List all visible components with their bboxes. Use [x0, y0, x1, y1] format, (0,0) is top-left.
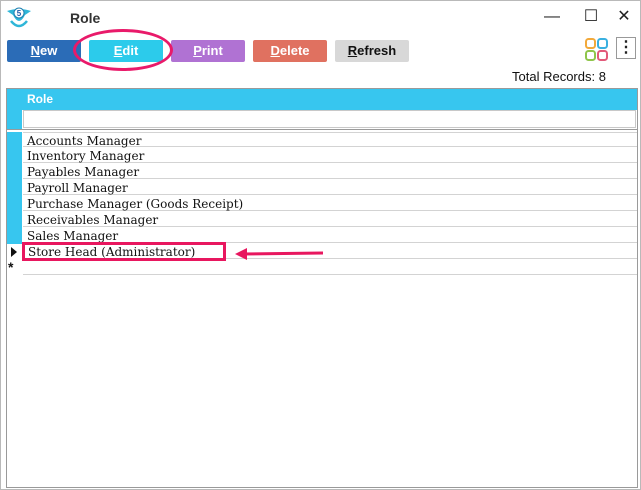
table-row[interactable]: Accounts Manager	[7, 132, 637, 148]
table-row[interactable]: Purchase Manager (Goods Receipt)	[7, 196, 637, 212]
maximize-button[interactable]: ☐	[580, 7, 602, 27]
delete-button-mnemonic: D	[270, 43, 280, 58]
role-window: 5 Role — ☐ ✕ New Edit Print Delete Refre…	[0, 0, 641, 490]
apps-grid-icon[interactable]	[585, 38, 609, 62]
total-records: Total Records: 8	[512, 69, 606, 84]
column-header-role[interactable]: Role	[27, 92, 53, 106]
window-title: Role	[70, 10, 101, 26]
arrow-annotation-icon	[235, 248, 324, 260]
role-cell[interactable]: Payroll Manager	[23, 180, 637, 195]
role-cell[interactable]: Sales Manager	[23, 228, 637, 243]
filter-row-selector	[7, 110, 22, 129]
minimize-button[interactable]: —	[541, 7, 563, 27]
table-row[interactable]: Inventory Manager	[7, 148, 637, 164]
app-logo-icon: 5	[7, 7, 31, 28]
role-cell[interactable]: Payables Manager	[23, 164, 637, 179]
table-row[interactable]: Receivables Manager	[7, 212, 637, 228]
row-highlight-annotation	[22, 242, 226, 261]
row-selector[interactable]	[7, 164, 22, 180]
row-selector[interactable]	[7, 180, 22, 196]
print-button-mnemonic: P	[193, 43, 202, 58]
refresh-button-label: efresh	[357, 43, 397, 58]
more-vertical-icon[interactable]: ⋮	[616, 37, 636, 59]
refresh-button-mnemonic: R	[347, 43, 358, 58]
row-selector[interactable]	[7, 148, 22, 164]
role-cell[interactable]: Inventory Manager	[23, 148, 637, 163]
row-selector[interactable]	[7, 132, 22, 148]
role-cell[interactable]: Purchase Manager (Goods Receipt)	[23, 196, 637, 211]
table-row[interactable]: Payables Manager	[7, 164, 637, 180]
print-button[interactable]: Print	[171, 40, 245, 62]
new-button-label: ew	[40, 43, 58, 58]
svg-text:5: 5	[17, 9, 22, 18]
delete-button-label: elete	[279, 43, 310, 58]
row-selector[interactable]	[7, 212, 22, 228]
new-row-marker: *	[8, 259, 14, 275]
table-row[interactable]: Payroll Manager	[7, 180, 637, 196]
new-row-cell[interactable]	[23, 260, 637, 275]
role-cell[interactable]: Receivables Manager	[23, 212, 637, 227]
delete-button[interactable]: Delete	[253, 40, 327, 62]
close-button[interactable]: ✕	[613, 7, 635, 27]
role-cell[interactable]: Accounts Manager	[23, 132, 637, 148]
new-button[interactable]: New	[7, 40, 81, 62]
row-pointer-icon[interactable]	[7, 244, 22, 260]
row-selector[interactable]	[7, 228, 22, 244]
new-row[interactable]: *	[7, 259, 637, 276]
new-row-selector[interactable]: *	[7, 259, 22, 276]
title-bar: 5 Role — ☐ ✕	[1, 1, 640, 33]
grid-header: Role	[7, 89, 637, 110]
new-button-mnemonic: N	[30, 43, 41, 58]
filter-row	[7, 110, 637, 130]
edit-highlight-annotation	[73, 29, 173, 71]
refresh-button[interactable]: Refresh	[335, 40, 409, 62]
print-button-label: rint	[201, 43, 223, 58]
role-grid: Role Accounts Manager Inventory Manager …	[6, 88, 638, 488]
row-selector[interactable]	[7, 196, 22, 212]
role-filter-input[interactable]	[23, 110, 636, 128]
